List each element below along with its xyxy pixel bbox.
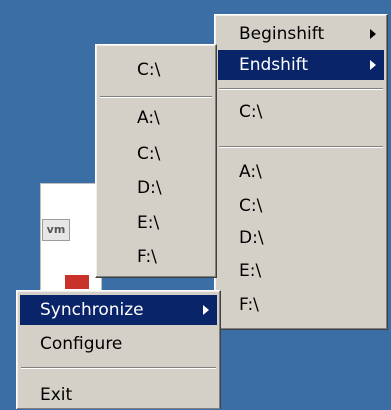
menu-item-drive[interactable]: A:\ <box>218 157 384 187</box>
menu-separator <box>21 367 216 369</box>
menu-item-drive[interactable]: F:\ <box>218 290 384 320</box>
menu-item-drive[interactable]: C:\ <box>99 55 213 85</box>
submenu-arrow-icon <box>370 60 376 70</box>
app-icon-red <box>65 275 89 289</box>
drives-menu: C:\ A:\ C:\ D:\ E:\ F:\ <box>95 44 217 278</box>
menu-item-label: F:\ <box>239 295 259 315</box>
sync-menu: Beginshift Endshift C:\ A:\ C:\ D:\ E:\ … <box>214 14 388 330</box>
menu-item-label: A:\ <box>239 162 262 182</box>
menu-item-drive[interactable]: C:\ <box>218 97 384 127</box>
menu-item-label: E:\ <box>239 261 262 281</box>
menu-item-exit[interactable]: Exit <box>20 380 217 410</box>
menu-item-endshift[interactable]: Endshift <box>218 50 384 80</box>
menu-item-label: E:\ <box>137 213 160 233</box>
menu-item-configure[interactable]: Configure <box>20 329 217 359</box>
menu-item-drive[interactable]: A:\ <box>99 103 213 133</box>
menu-item-label: Endshift <box>239 55 309 75</box>
menu-item-label: C:\ <box>137 144 161 164</box>
menu-item-drive[interactable]: E:\ <box>99 208 213 238</box>
menu-item-beginshift[interactable]: Beginshift <box>218 19 384 49</box>
menu-item-label: D:\ <box>239 228 264 248</box>
menu-item-label: C:\ <box>239 196 263 216</box>
menu-separator <box>219 146 383 148</box>
menu-item-label: C:\ <box>239 102 263 122</box>
menu-item-drive[interactable]: F:\ <box>99 242 213 272</box>
menu-item-label: D:\ <box>137 178 162 198</box>
app-icon-label: vm <box>46 223 66 236</box>
menu-item-drive[interactable]: C:\ <box>218 191 384 221</box>
menu-separator <box>219 88 383 90</box>
menu-item-drive[interactable]: D:\ <box>218 223 384 253</box>
submenu-arrow-icon <box>370 29 376 39</box>
menu-item-drive[interactable]: E:\ <box>218 256 384 286</box>
menu-separator <box>100 96 212 98</box>
menu-item-synchronize[interactable]: Synchronize <box>20 295 217 325</box>
menu-item-label: C:\ <box>137 60 161 80</box>
menu-item-drive[interactable]: C:\ <box>99 139 213 169</box>
submenu-arrow-icon <box>203 305 209 315</box>
menu-item-label: A:\ <box>137 108 160 128</box>
menu-item-label: Exit <box>40 385 73 405</box>
menu-item-label: Synchronize <box>40 300 144 320</box>
app-icon: vm <box>42 219 70 241</box>
context-menu: Synchronize Configure Exit <box>16 290 221 409</box>
menu-item-label: F:\ <box>137 247 157 267</box>
menu-item-label: Beginshift <box>239 24 325 44</box>
menu-item-drive[interactable]: D:\ <box>99 173 213 203</box>
menu-item-label: Configure <box>40 334 123 354</box>
